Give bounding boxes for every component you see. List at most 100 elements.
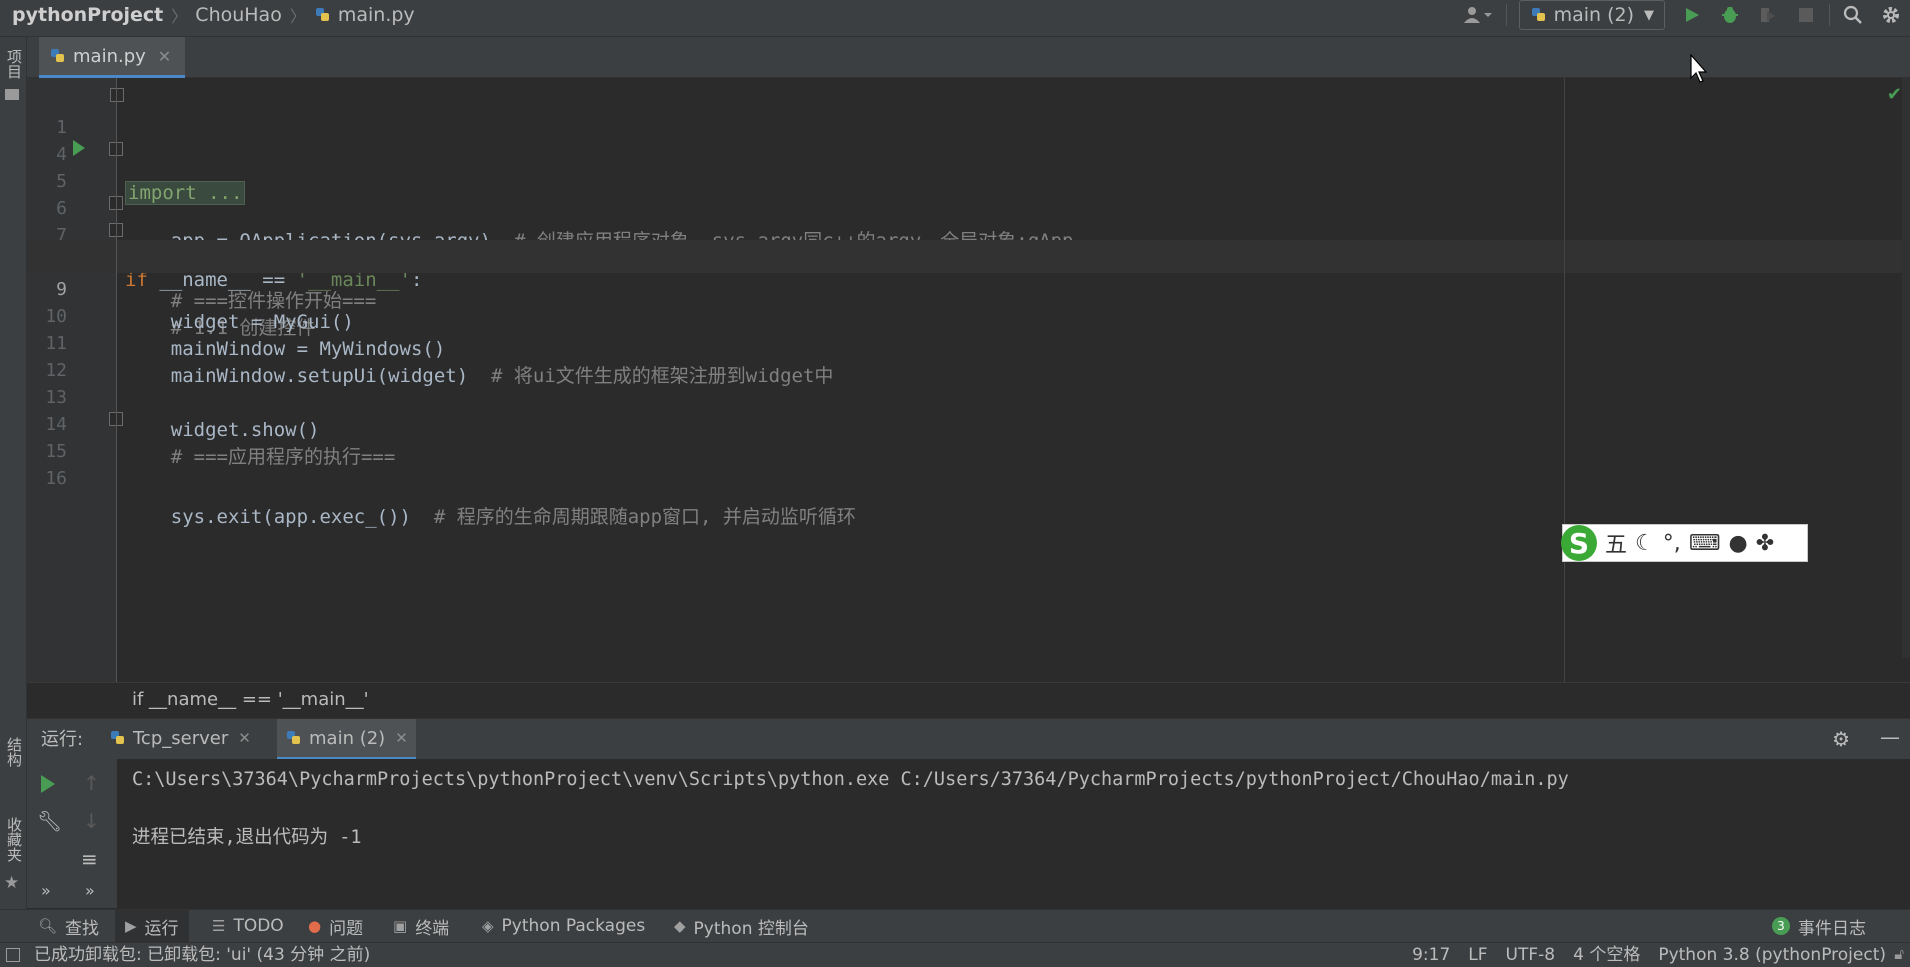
favorites-tool-button[interactable]: 收藏夹 [4,817,25,862]
close-icon[interactable]: ✕ [158,47,171,66]
fold-expand-icon[interactable] [110,88,124,102]
file-encoding[interactable]: UTF-8 [1506,943,1556,967]
tool-event-log[interactable]: 3 事件日志 [1772,910,1866,942]
tool-label: 事件日志 [1798,918,1866,939]
tool-todo[interactable]: ☰ TODO [212,910,284,942]
mouse-cursor-icon [1690,54,1708,83]
python-icon [285,729,303,747]
right-margin-guide [1564,78,1565,682]
run-icon[interactable] [1673,0,1711,30]
code-editor[interactable]: 1 import ... 4 5 if __name__ == '__main_… [27,78,1910,682]
debug-icon[interactable] [1711,0,1749,30]
python-icon [109,729,127,747]
apps-icon[interactable]: ✤ [1756,531,1774,556]
project-tool-button[interactable]: 项目 [4,49,25,79]
tool-find[interactable]: 🔍︎ 查找 [38,910,99,942]
play-icon: ▶ [125,917,137,935]
more-icon[interactable]: » [41,881,51,900]
python-icon: ◆ [674,917,686,935]
divider [1829,4,1830,26]
user-icon[interactable]: ● [1729,531,1748,556]
toolbar-right: main (2) ▼ [1454,0,1910,30]
error-icon: ● [308,917,322,935]
tool-python-packages[interactable]: ◈ Python Packages [482,910,645,942]
tool-label: 问题 [329,918,364,939]
wrench-icon[interactable]: 🔧︎ [37,809,62,833]
tool-run[interactable]: ▶ 运行 [115,910,189,942]
run-panel: ↑ 🔧︎ ↓ ≡ » » C:\Users\37364\PycharmProje… [27,759,1910,908]
chevron-right-icon: 〉 [171,7,188,26]
terminal-icon: ▣ [393,917,408,935]
minimize-icon[interactable]: — [1880,725,1900,749]
tab-main-py[interactable]: main.py ✕ [39,37,186,78]
code-breadcrumb[interactable]: if __name__ == '__main__' [132,689,369,710]
structure-tool-button[interactable]: 结构 [4,737,25,767]
line-number: 16 [45,468,67,489]
code-breadcrumb-bar: if __name__ == '__main__' [27,682,1910,719]
close-icon[interactable]: ✕ [395,729,408,747]
soft-wrap-icon[interactable]: ≡ [81,847,98,871]
user-icon[interactable] [1454,0,1502,30]
sogou-logo-icon[interactable]: S [1561,525,1597,561]
status-bar: 已成功卸载包: 已卸载包: 'ui' (43 分钟 之前) 9:17 LF UT… [0,942,1910,967]
python-interpreter[interactable]: Python 3.8 (pythonProject) [1658,943,1886,967]
tool-terminal[interactable]: ▣ 终端 [393,910,449,942]
gutter-divider [116,78,117,682]
search-icon[interactable] [1834,0,1872,30]
tab-label: main.py [73,45,146,67]
arrow-up-icon[interactable]: ↑ [83,771,100,795]
toggle-tool-windows-icon[interactable] [6,948,20,962]
keyboard-icon[interactable]: ⌨ [1689,531,1721,556]
run-configuration-label: main (2) [1553,4,1634,26]
python-file-icon [49,47,67,65]
more-icon[interactable]: » [85,881,95,900]
breadcrumb-file[interactable]: main.py [338,4,415,26]
ime-toolbar[interactable]: S 五 ☾ °, ⌨ ● ✤ [1561,524,1808,562]
tool-python-console[interactable]: ◆ Python 控制台 [674,910,809,942]
run-tab-label: main (2) [309,727,386,749]
search-icon: 🔍︎ [38,917,58,935]
unlock-icon[interactable]: 🔓︎ [1894,945,1904,963]
editor-scrollbar[interactable] [1902,78,1910,658]
close-icon[interactable]: ✕ [238,729,251,747]
status-message[interactable]: 已成功卸载包: 已卸载包: 'ui' (43 分钟 之前) [34,943,370,967]
event-count-badge: 3 [1772,917,1790,935]
punctuation-icon[interactable]: °, [1663,531,1681,556]
coverage-icon[interactable] [1749,0,1787,30]
rerun-icon[interactable] [41,775,55,793]
breadcrumb-folder[interactable]: ChouHao [195,4,282,26]
indent-setting[interactable]: 4 个空格 [1573,943,1640,967]
inspection-ok-icon[interactable]: ✔ [1887,84,1902,105]
divider [1505,4,1507,26]
code-line: 16 [27,429,1910,489]
console-output-line: 进程已结束,退出代码为 -1 [132,827,362,848]
run-tab-label: Tcp_server [133,727,229,749]
navigation-bar: pythonProject 〉 ChouHao 〉 main.py main (… [0,0,1910,37]
ime-mode[interactable]: 五 [1605,527,1627,559]
breadcrumb-project[interactable]: pythonProject [12,4,163,26]
run-gutter-icon[interactable] [73,140,85,156]
moon-icon[interactable]: ☾ [1635,531,1655,556]
stop-icon[interactable] [1787,0,1825,30]
run-tab-main[interactable]: main (2) ✕ [277,719,416,760]
layers-icon: ◈ [482,917,494,935]
folder-icon [5,89,19,100]
caret-position[interactable]: 9:17 [1412,943,1450,967]
settings-gear-icon[interactable] [1872,0,1910,30]
run-tool-column: ↑ 🔧︎ ↓ ≡ » » [27,759,117,908]
settings-gear-icon[interactable]: ⚙ [1832,727,1850,751]
status-widgets: 9:17 LF UTF-8 4 个空格 Python 3.8 (pythonPr… [1412,943,1886,967]
tool-label: Python Packages [501,916,646,936]
tool-label: Python 控制台 [693,918,809,939]
chevron-down-icon: ▼ [1644,7,1654,23]
run-configuration-select[interactable]: main (2) ▼ [1518,0,1665,30]
arrow-down-icon[interactable]: ↓ [83,809,100,833]
list-icon: ☰ [212,917,226,935]
tool-window-bar: 🔍︎ 查找 ▶ 运行 ☰ TODO ● 问题 ▣ 终端 ◈ Python Packages … [0,909,1910,942]
star-icon: ★ [4,873,20,893]
line-separator[interactable]: LF [1468,943,1487,967]
left-tool-stripe: 项目 结构 收藏夹 ★ [0,37,27,909]
python-file-icon [314,6,332,24]
tool-problems[interactable]: ● 问题 [308,910,363,942]
run-tab-tcp-server[interactable]: Tcp_server ✕ [101,719,259,757]
